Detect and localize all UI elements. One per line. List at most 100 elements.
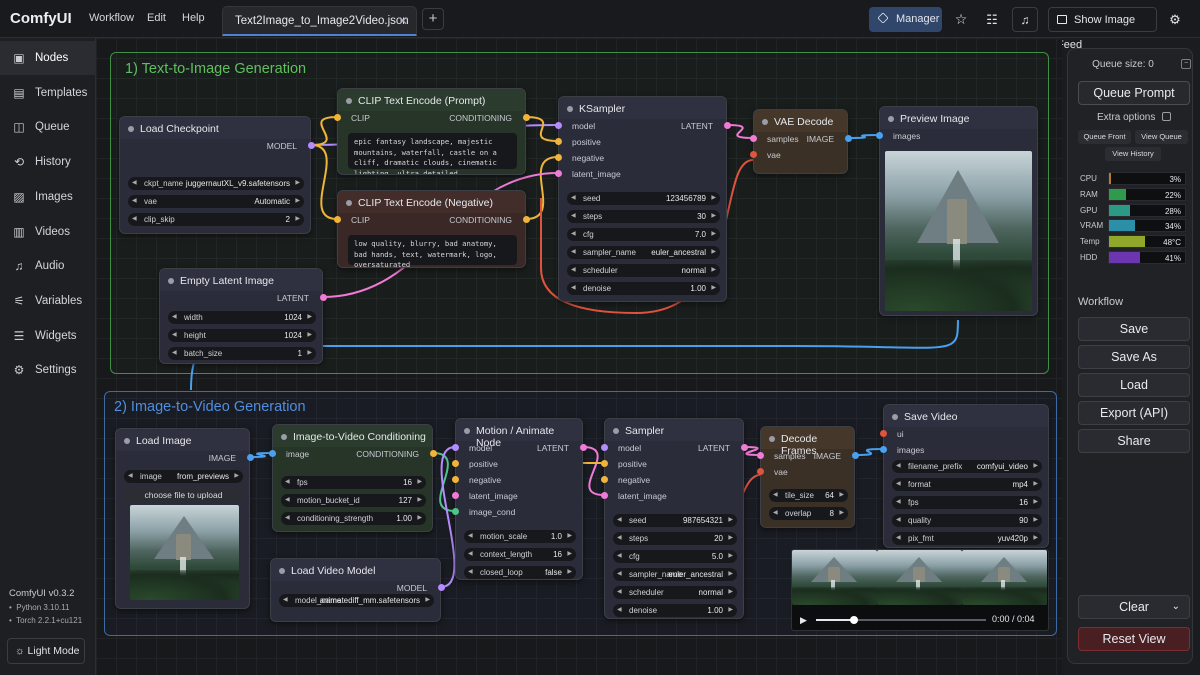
widget-scheduler[interactable]: scheduler normal: [567, 264, 720, 277]
load-button[interactable]: Load: [1078, 373, 1190, 397]
gear-icon[interactable]: ⚙: [1163, 7, 1187, 32]
input-port[interactable]: [600, 459, 608, 467]
light-mode-button[interactable]: ☼ Light Mode: [7, 638, 85, 664]
node-clip-pos[interactable]: CLIP Text Encode (Prompt) CONDITIONING CLI…: [337, 88, 526, 175]
list-icon[interactable]: ☷: [980, 7, 1004, 32]
output-port[interactable]: [740, 443, 748, 451]
node-clip-neg[interactable]: CLIP Text Encode (Negative) CONDITIONING C…: [337, 190, 526, 268]
widget-conditioning-strength[interactable]: conditioning_strength 1.00: [281, 512, 426, 525]
widget-ckpt-name[interactable]: ckpt_namejuggernautXL_v9.safetensors: [128, 177, 304, 190]
link-load_checkpoint-out-to-clip_pos[interactable]: [310, 116, 338, 146]
widget-batch-size[interactable]: batch_size 1: [168, 347, 316, 360]
link-load_checkpoint-out-to-clip_neg[interactable]: [310, 144, 338, 220]
input-port[interactable]: [749, 134, 757, 142]
link-decode_frames-out-to-save_video[interactable]: [854, 448, 884, 456]
widget-filename-prefix[interactable]: filename_prefix comfyui_video: [892, 460, 1042, 473]
collapse-icon[interactable]: −: [1181, 59, 1191, 69]
widget-steps[interactable]: steps 20: [613, 532, 737, 545]
node-vae-decode[interactable]: VAE Decode IMAGE samples vae: [753, 109, 848, 174]
clear-dropdown[interactable]: Clear ⌄: [1078, 595, 1190, 619]
save-button[interactable]: Save: [1078, 317, 1190, 341]
widget-fps[interactable]: fps 16: [281, 476, 426, 489]
widget-format[interactable]: format mp4: [892, 478, 1042, 491]
show-image-feed-button[interactable]: Show Image Feed: [1048, 7, 1157, 51]
widget-clip-skip[interactable]: clip_skip 2: [128, 213, 304, 226]
widget-sampler-name[interactable]: sampler_name euler_ancestral: [567, 246, 720, 259]
prompt-textarea[interactable]: low quality, blurry, bad anatomy, bad ha…: [348, 235, 517, 267]
widget-context-length[interactable]: context_length 16: [464, 548, 576, 561]
sidebar-item-variables[interactable]: ⚟ Variables: [0, 284, 96, 318]
node-save-video[interactable]: Save Video ui images filename_prefix comfyui…: [883, 404, 1049, 548]
node-i2v-cond[interactable]: Image-to-Video Conditioning CONDITIONING i…: [272, 424, 433, 532]
reset-view-button[interactable]: Reset View: [1078, 627, 1190, 651]
input-port[interactable]: [749, 150, 757, 158]
input-port[interactable]: [451, 443, 459, 451]
widget-closed-loop[interactable]: closed_loop false: [464, 566, 576, 579]
queue-front-button[interactable]: Queue Front: [1078, 130, 1131, 144]
widget-denoise[interactable]: denoise 1.00: [613, 604, 737, 617]
node-motion[interactable]: Motion / Animate Node LATENT model positive…: [455, 418, 583, 580]
sidebar-item-images[interactable]: ▨ Images: [0, 180, 96, 214]
widget-motion-bucket-id[interactable]: motion_bucket_id 127: [281, 494, 426, 507]
menu-help[interactable]: Help: [182, 12, 205, 24]
sidebar-item-queue[interactable]: ◫ Queue: [0, 110, 96, 144]
input-port[interactable]: [451, 491, 459, 499]
node-empty-latent[interactable]: Empty Latent Image LATENT width 1024 height 1…: [159, 268, 323, 364]
input-port[interactable]: [451, 475, 459, 483]
output-port[interactable]: [429, 449, 437, 457]
input-port[interactable]: [451, 459, 459, 467]
widget-overlap[interactable]: overlap 8: [769, 507, 848, 520]
link-clip_pos-out-to-ksampler[interactable]: [525, 116, 559, 142]
save-as-button[interactable]: Save As: [1078, 345, 1190, 369]
widget-height[interactable]: height 1024: [168, 329, 316, 342]
widget-cfg[interactable]: cfg 7.0: [567, 228, 720, 241]
export-api-button[interactable]: Export (API): [1078, 401, 1190, 425]
link-ksampler-out-to-vae_decode[interactable]: [726, 124, 754, 139]
input-port[interactable]: [879, 445, 887, 453]
star-icon[interactable]: ☆: [949, 7, 973, 32]
link-vae_decode-out-to-preview[interactable]: [847, 134, 880, 139]
widget-cfg[interactable]: cfg 5.0: [613, 550, 737, 563]
manager-button[interactable]: Manager: [869, 7, 942, 32]
output-port[interactable]: [844, 134, 852, 142]
output-port[interactable]: [437, 583, 445, 591]
input-port[interactable]: [756, 467, 764, 475]
queue-prompt-button[interactable]: Queue Prompt: [1078, 81, 1190, 105]
node-sampler[interactable]: Sampler LATENT model positive negative latent…: [604, 418, 744, 619]
widget-image[interactable]: image from_previews: [124, 470, 243, 483]
node-load-video-model[interactable]: Load Video Model MODELmodel_nameanimatedi…: [270, 558, 441, 622]
widget-fps[interactable]: fps 16: [892, 496, 1042, 509]
output-port[interactable]: [522, 113, 530, 121]
input-port[interactable]: [268, 449, 276, 457]
input-port[interactable]: [554, 121, 562, 129]
extra-options-checkbox[interactable]: [1162, 112, 1171, 121]
view-history-button[interactable]: View History: [1105, 147, 1161, 161]
input-port[interactable]: [554, 153, 562, 161]
close-icon[interactable]: ✕: [398, 14, 408, 28]
output-port[interactable]: [723, 121, 731, 129]
widget-seed[interactable]: seed 987654321: [613, 514, 737, 527]
output-port[interactable]: [246, 453, 254, 461]
input-port[interactable]: [600, 443, 608, 451]
output-port[interactable]: [579, 443, 587, 451]
widget-seed[interactable]: seed 123456789: [567, 192, 720, 205]
bell-icon[interactable]: ♫: [1012, 7, 1038, 32]
sidebar-item-audio[interactable]: ♫ Audio: [0, 249, 96, 283]
new-tab-button[interactable]: +: [422, 8, 444, 30]
output-port[interactable]: [319, 293, 327, 301]
link-motion-out-to-sampler[interactable]: [582, 446, 605, 496]
sidebar-item-videos[interactable]: ▥ Videos: [0, 215, 96, 249]
input-port[interactable]: [554, 169, 562, 177]
widget-width[interactable]: width 1024: [168, 311, 316, 324]
choose-file-button[interactable]: choose file to upload: [124, 488, 243, 502]
prompt-textarea[interactable]: epic fantasy landscape, majestic mountai…: [348, 133, 517, 174]
output-port[interactable]: [307, 141, 315, 149]
sidebar-item-settings[interactable]: ⚙ Settings: [0, 353, 96, 387]
output-port[interactable]: [851, 451, 859, 459]
input-port[interactable]: [333, 215, 341, 223]
node-canvas[interactable]: 1) Text-to-Image Generation 2) Image-to-…: [96, 38, 1062, 675]
sidebar-item-nodes[interactable]: ▣ Nodes: [0, 41, 96, 75]
view-queue-button[interactable]: View Queue: [1135, 130, 1188, 144]
input-port[interactable]: [333, 113, 341, 121]
input-port[interactable]: [879, 429, 887, 437]
